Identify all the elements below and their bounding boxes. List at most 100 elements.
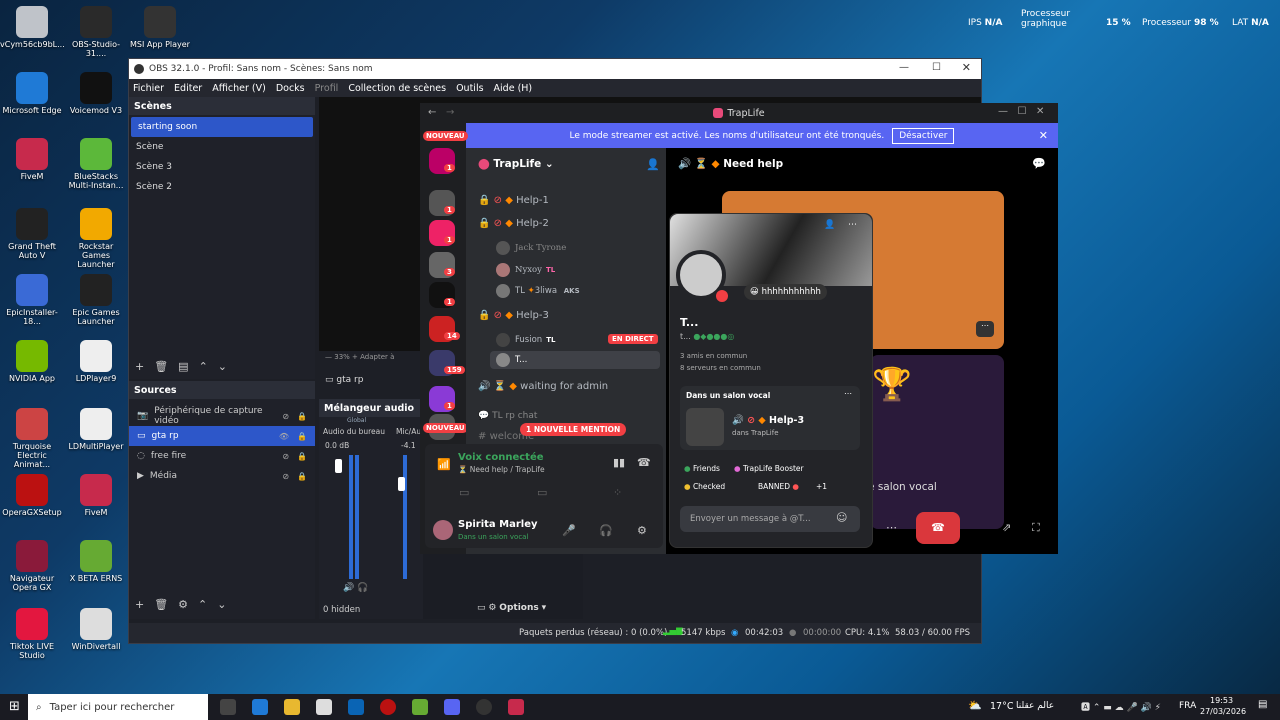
channel-waiting[interactable]: 🔊 ⏳ ◆ waiting for admin xyxy=(478,381,608,392)
avatar[interactable] xyxy=(433,520,453,540)
source-item[interactable]: ▶ Média ⊘ 🔒 xyxy=(129,466,315,486)
voice-connected-label[interactable]: Voix connectée xyxy=(458,452,544,463)
desktop-icon-18[interactable]: X BETA ERNS xyxy=(64,540,128,583)
minimize-icon[interactable]: — xyxy=(899,62,909,73)
popout-icon[interactable]: ⇗ xyxy=(1002,521,1011,534)
fader-desktop[interactable] xyxy=(335,459,342,473)
chat-icon[interactable]: 💬 xyxy=(1032,157,1046,170)
menu-item-7[interactable]: Aide (H) xyxy=(494,83,533,94)
maximize-icon[interactable]: ☐ xyxy=(932,62,941,73)
server-name[interactable]: ⬤ TrapLife ⌄ xyxy=(478,158,554,170)
mutual-friends[interactable]: 3 amis en commun xyxy=(680,352,747,360)
scene-item[interactable]: Scène 3 xyxy=(129,157,315,177)
desktop-icon-2[interactable]: MSI App Player xyxy=(128,6,192,49)
voice-user-t[interactable]: T... xyxy=(496,353,527,367)
weather-temp[interactable]: 17°C xyxy=(990,701,1013,712)
visibility-icon[interactable]: ⊘ xyxy=(282,452,289,461)
close-icon[interactable]: ✕ xyxy=(962,61,971,74)
scene-toolbar[interactable]: +🗑▤⌃⌄ xyxy=(135,360,237,373)
settings-icon[interactable]: ⚙ xyxy=(637,524,647,537)
desktop-icon-17[interactable]: Navigateur Opera GX xyxy=(0,540,64,592)
menu-item-1[interactable]: Editer xyxy=(174,83,202,94)
more-options-icon[interactable]: ⋯ xyxy=(886,521,897,534)
visibility-icon[interactable]: ⊘ xyxy=(282,472,289,481)
voice-user-3[interactable]: TL ✦ 3liwa AKS xyxy=(496,284,580,298)
emoji-icon[interactable]: ☺ xyxy=(836,511,847,524)
desktop-icon-3[interactable]: Microsoft Edge xyxy=(0,72,64,115)
channel-help-3[interactable]: 🔒 ⊘ ◆ Help-3 xyxy=(478,310,549,321)
lock-icon[interactable]: 🔒 xyxy=(297,432,307,441)
mic-muted-icon[interactable]: 🎤 xyxy=(562,524,576,537)
message-input[interactable]: Envoyer un message à @T... xyxy=(680,506,860,532)
source-item[interactable]: 📷 Périphérique de capture vidéo ⊘ 🔒 xyxy=(129,406,315,426)
fader-mic[interactable] xyxy=(398,477,405,491)
task-view-icon[interactable] xyxy=(220,699,236,715)
desktop-icon-10[interactable]: Epic Games Launcher xyxy=(64,274,128,326)
new-mention-pill[interactable]: 1 NOUVELLE MENTION xyxy=(520,423,627,436)
channel-help-2[interactable]: 🔒 ⊘ ◆ Help-2 xyxy=(478,218,549,229)
screen-share-icon[interactable]: ▭ xyxy=(537,486,547,499)
desktop-icon-15[interactable]: OperaGXSetup xyxy=(0,474,64,517)
desktop-icon-6[interactable]: BlueStacks Multi-Instan... xyxy=(64,138,128,190)
noise-icon[interactable]: ▮▮ xyxy=(613,456,625,469)
language-indicator[interactable]: FRA xyxy=(1179,701,1196,711)
outlook-icon[interactable] xyxy=(348,699,364,715)
add-friend-icon[interactable]: 👤 xyxy=(824,220,835,230)
popup-more-icon[interactable]: ⋯ xyxy=(848,220,857,230)
hangup-button[interactable]: ☎ xyxy=(916,512,960,544)
banner-close-icon[interactable]: ✕ xyxy=(1039,129,1048,142)
desktop-icon-0[interactable]: vCym56cb9bL... xyxy=(0,6,65,49)
my-username[interactable]: Spirita Marley xyxy=(458,519,538,530)
voice-user-fusion[interactable]: Fusion TL xyxy=(496,333,555,347)
explorer-icon[interactable] xyxy=(284,699,300,715)
desktop-icon-1[interactable]: OBS-Studio-31.... xyxy=(64,6,128,58)
zoom-bar[interactable]: — 33% + Adapter à xyxy=(325,353,394,361)
desktop-icon-13[interactable]: Turquoise Electric Animat... xyxy=(0,408,64,470)
fivem-taskbar-icon[interactable] xyxy=(508,699,524,715)
start-icon[interactable]: ⊞ xyxy=(9,699,20,714)
mutual-servers[interactable]: 8 serveurs en commun xyxy=(680,364,761,372)
menu-item-3[interactable]: Docks xyxy=(276,83,305,94)
source-item[interactable]: ◌ free fire ⊘ 🔒 xyxy=(129,446,315,466)
source-item[interactable]: ▭ gta rp 👁 🔒 xyxy=(129,426,315,446)
add-member-icon[interactable]: 👤 xyxy=(646,158,660,171)
opera-icon[interactable] xyxy=(380,699,396,715)
desktop-icon-7[interactable]: Grand Theft Auto V xyxy=(0,208,64,260)
app-icon[interactable] xyxy=(412,699,428,715)
notification-icon[interactable]: ▤ xyxy=(1258,699,1267,710)
scene-item[interactable]: starting soon xyxy=(131,117,313,137)
desktop-icon-19[interactable]: Tiktok LIVE Studio xyxy=(0,608,64,660)
mixer-mute-icons[interactable]: 🔊 🎧 xyxy=(343,583,368,593)
channel-help-1[interactable]: 🔒 ⊘ ◆ Help-1 xyxy=(478,195,549,206)
camera-icon[interactable]: ▭ xyxy=(459,486,469,499)
window-controls[interactable]: — ☐ ✕ xyxy=(998,106,1044,117)
disable-streamer-button[interactable]: Désactiver xyxy=(892,127,955,144)
edge-icon[interactable] xyxy=(252,699,268,715)
desktop-icon-5[interactable]: FiveM xyxy=(0,138,64,181)
menu-item-2[interactable]: Afficher (V) xyxy=(212,83,266,94)
visibility-icon[interactable]: 👁 xyxy=(279,432,289,441)
voice-user-2[interactable]: Nyxoy TL xyxy=(496,263,555,277)
clock-date[interactable]: 27/03/2026 xyxy=(1200,707,1246,716)
tile-more-icon[interactable]: ⋯ xyxy=(976,321,994,337)
scene-item[interactable]: Scène 2 xyxy=(129,177,315,197)
source-toolbar[interactable]: +🗑⚙⌃⌄ xyxy=(135,598,236,611)
menu-item-5[interactable]: Collection de scènes xyxy=(348,83,446,94)
desktop-icon-9[interactable]: EpicInstaller-18... xyxy=(0,274,64,326)
desktop-icon-16[interactable]: FiveM xyxy=(64,474,128,517)
role-more[interactable]: +1 xyxy=(816,482,827,491)
forward-arrow-icon[interactable]: → xyxy=(446,107,454,118)
voice-card-more-icon[interactable]: ⋯ xyxy=(844,389,852,398)
store-icon[interactable] xyxy=(316,699,332,715)
taskbar-search[interactable]: ⌕ Taper ici pour rechercher xyxy=(28,694,208,720)
weather-icon[interactable]: ⛅ xyxy=(968,699,982,712)
menu-item-0[interactable]: Fichier xyxy=(133,83,164,94)
lock-icon[interactable]: 🔒 xyxy=(297,412,307,421)
desktop-icon-20[interactable]: WinDivertall xyxy=(64,608,128,651)
voice-user-1[interactable]: Jack Tyrone xyxy=(496,241,566,255)
discord-icon[interactable] xyxy=(444,699,460,715)
lock-icon[interactable]: 🔒 xyxy=(297,472,307,481)
activities-icon[interactable]: ⁘ xyxy=(613,486,622,499)
tray-icons[interactable]: 🅰 ⌃ ▬ ☁ 🎤 🔊 ⚡ xyxy=(1081,700,1161,713)
desktop-icon-4[interactable]: Voicemod V3 xyxy=(64,72,128,115)
